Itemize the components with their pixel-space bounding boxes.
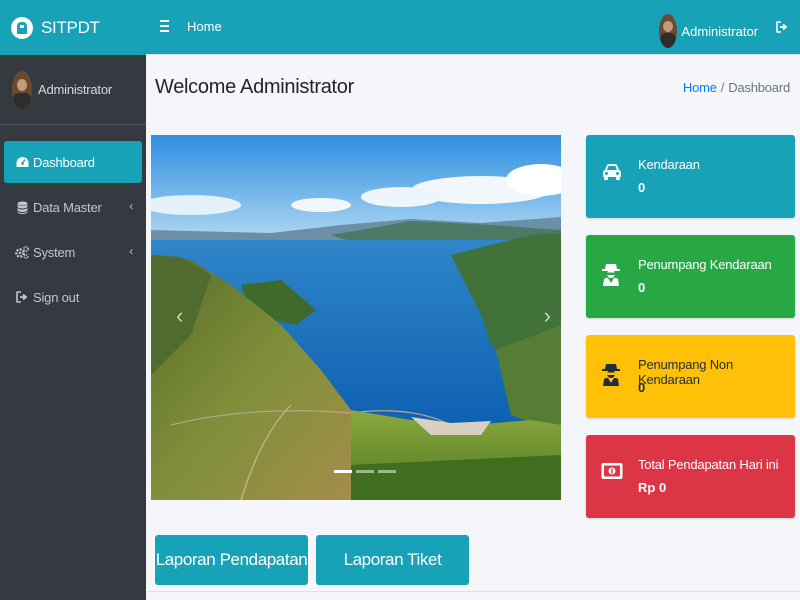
info-box-penumpang-kendaraan: Penumpang Kendaraan 0 <box>586 235 795 318</box>
user-panel[interactable]: Administrator <box>0 55 146 125</box>
carousel-indicator[interactable] <box>334 470 352 473</box>
info-box-kendaraan: Kendaraan 0 <box>586 135 795 218</box>
laporan-pendapatan-button[interactable]: Laporan Pendapatan <box>155 535 308 585</box>
top-home-link[interactable]: Home <box>187 19 222 34</box>
brand-logo-icon <box>11 16 33 39</box>
avatar <box>12 70 32 109</box>
sidebar-item-label: Dashboard <box>33 154 95 170</box>
user-secret-icon <box>601 262 623 286</box>
avatar <box>659 14 678 48</box>
info-box-label: Penumpang Kendaraan <box>638 257 772 272</box>
sign-out-icon <box>15 291 29 303</box>
sidebar-user-name: Administrator <box>38 82 112 97</box>
info-box-total-pendapatan: Total Pendapatan Hari ini Rp 0 <box>586 435 795 518</box>
chevron-left-icon: ‹ <box>129 244 133 258</box>
breadcrumb-separator: / <box>720 80 725 95</box>
info-box-value: 0 <box>638 180 646 195</box>
sidebar-item-label: Sign out <box>33 289 80 305</box>
laporan-tiket-button[interactable]: Laporan Tiket <box>316 535 469 585</box>
dashboard-icon <box>15 156 29 168</box>
top-user-name: Administrator <box>681 23 758 39</box>
carousel-indicator[interactable] <box>378 470 396 473</box>
page-title: Welcome Administrator <box>155 76 354 98</box>
carousel-indicator[interactable] <box>356 470 374 473</box>
info-box-value: Rp 0 <box>638 480 667 495</box>
carousel-indicators <box>334 470 396 473</box>
top-user-menu[interactable]: Administrator <box>659 14 758 48</box>
sidebar-item-system[interactable]: System ‹ <box>4 231 142 273</box>
chevron-left-icon: ‹ <box>129 199 133 213</box>
user-secret-icon <box>601 362 623 386</box>
breadcrumb-home-link[interactable]: Home <box>683 80 717 95</box>
brand-link[interactable]: SITPDT <box>0 0 146 55</box>
info-box-value: 0 <box>638 380 646 395</box>
car-icon <box>601 162 623 186</box>
sidebar-item-data-master[interactable]: Data Master ‹ <box>4 186 142 228</box>
sidebar-item-sign-out[interactable]: Sign out <box>4 276 142 318</box>
info-box-penumpang-non-kendaraan: Penumpang Non Kendaraan 0 <box>586 335 795 418</box>
sidebar-item-dashboard[interactable]: Dashboard <box>4 141 142 183</box>
gears-icon <box>15 245 29 259</box>
sidebar-item-label: System <box>33 244 76 260</box>
brand-name: SITPDT <box>41 17 100 37</box>
sidebar: SITPDT Administrator Dashboard Data Mast… <box>0 0 146 600</box>
top-navbar: Home Administrator <box>146 0 800 55</box>
content-divider <box>146 591 800 592</box>
money-icon <box>601 462 623 486</box>
info-box-value: 0 <box>638 280 646 295</box>
database-icon <box>15 201 29 214</box>
carousel-prev-icon[interactable]: ‹ <box>176 303 183 329</box>
info-box-label: Penumpang Non Kendaraan <box>638 357 733 387</box>
breadcrumb: Home / Dashboard <box>683 80 790 95</box>
carousel-next-icon[interactable]: › <box>544 303 551 329</box>
info-box-label: Total Pendapatan Hari ini <box>638 457 779 472</box>
logout-icon[interactable] <box>776 20 788 33</box>
info-box-label: Kendaraan <box>638 157 700 172</box>
lake-landscape-image <box>151 135 561 500</box>
sidebar-item-label: Data Master <box>33 199 102 215</box>
breadcrumb-current: Dashboard <box>728 80 790 95</box>
image-carousel[interactable]: ‹ › <box>151 135 561 500</box>
hamburger-menu-icon[interactable] <box>160 20 169 32</box>
